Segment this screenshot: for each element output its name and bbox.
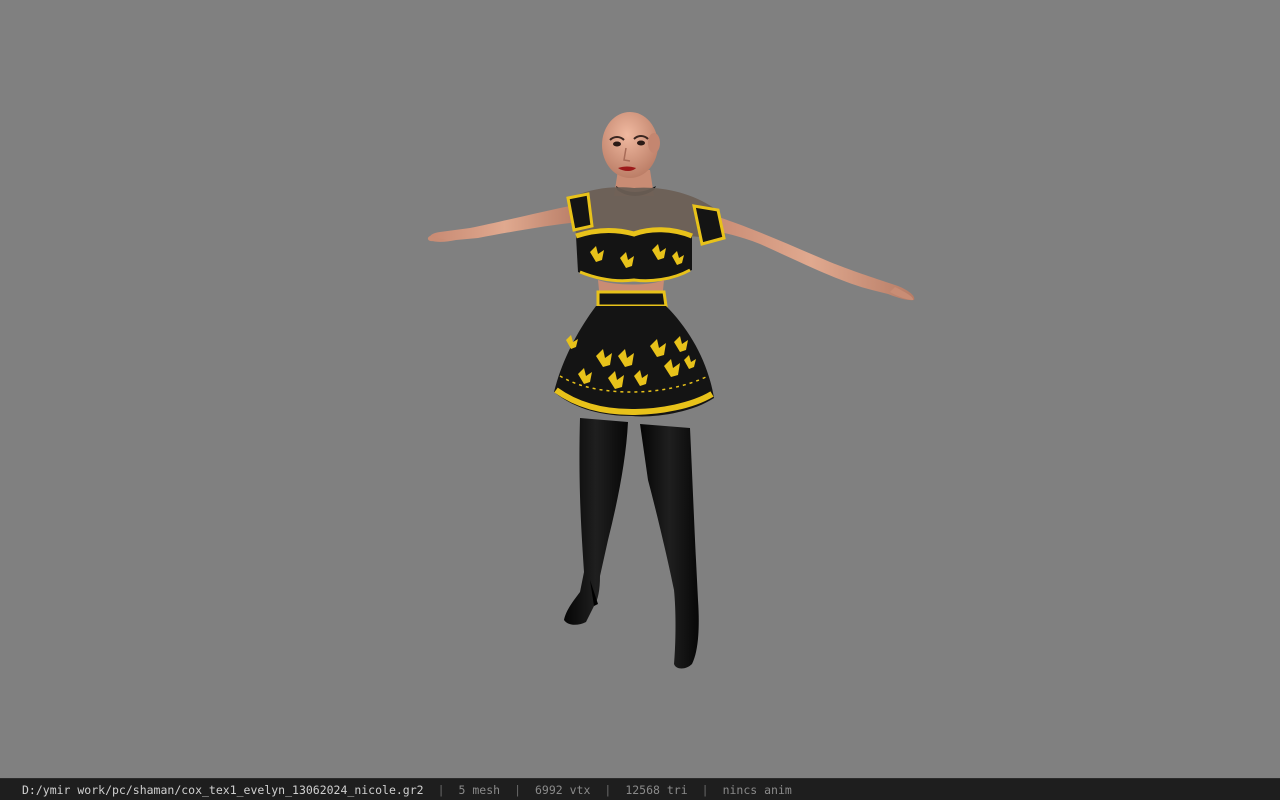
status-bar: D:/ymir work/pc/shaman/cox_tex1_evelyn_1… — [0, 778, 1280, 800]
3d-viewport[interactable] — [0, 0, 1280, 778]
left-arm — [427, 205, 580, 242]
left-boot — [564, 418, 628, 625]
separator: | — [604, 782, 612, 797]
separator: | — [514, 782, 521, 797]
right-boot — [640, 424, 699, 669]
head — [602, 112, 660, 178]
character-model — [427, 112, 915, 669]
mesh-count: 5 mesh — [458, 782, 501, 797]
skirt — [554, 290, 714, 417]
file-path: D:/ymir work/pc/shaman/cox_tex1_evelyn_1… — [22, 782, 424, 797]
bustier-top — [575, 227, 693, 283]
animation-status: nincs anim — [722, 782, 792, 797]
triangle-count: 12568 tri — [625, 782, 688, 797]
vertex-count: 6992 vtx — [535, 782, 591, 797]
model-viewer-window: D:/ymir work/pc/shaman/cox_tex1_evelyn_1… — [0, 0, 1280, 800]
right-arm — [708, 215, 915, 301]
separator: | — [437, 782, 445, 797]
separator: | — [701, 782, 709, 797]
